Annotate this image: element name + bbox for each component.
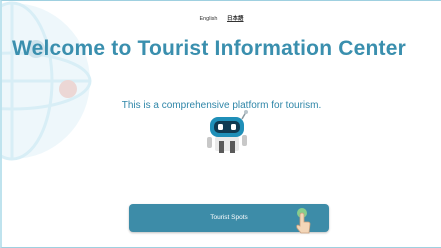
page-frame: English 日本語 Welcome to Tourist Informati… (0, 0, 441, 248)
language-switcher: English 日本語 (2, 14, 441, 22)
language-japanese-link[interactable]: 日本語 (227, 16, 244, 22)
hand-pointer-icon (296, 208, 311, 234)
globe-background-icon (2, 1, 92, 161)
page-title: Welcome to Tourist Information Center (12, 37, 406, 60)
language-english-link[interactable]: English (199, 16, 217, 22)
robot-mascot-icon (207, 110, 248, 153)
